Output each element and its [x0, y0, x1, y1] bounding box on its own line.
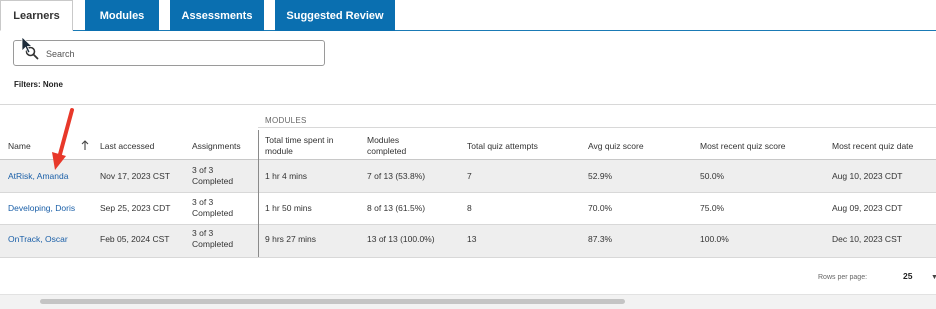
column-header-name[interactable]: Name [8, 141, 31, 152]
table-row: Developing, Doris Sep 25, 2023 CDT 3 of … [0, 193, 936, 225]
filters-label: Filters: None [14, 80, 63, 89]
cell-recent-quiz-date: Aug 10, 2023 CDT [832, 171, 903, 181]
cell-last-accessed: Feb 05, 2024 CST [100, 234, 170, 244]
cell-recent-quiz-score: 50.0% [700, 171, 725, 181]
cell-assignments: 3 of 3 Completed [192, 165, 234, 186]
tab-assessments[interactable]: Assessments [170, 0, 264, 31]
cell-avg-quiz-score: 87.3% [588, 234, 613, 244]
cell-total-quiz-attempts: 7 [467, 171, 472, 181]
column-header-total-time[interactable]: Total time spent in module [265, 135, 355, 157]
cell-modules-completed: 7 of 13 (53.8%) [367, 171, 426, 181]
cell-modules-completed: 8 of 13 (61.5%) [367, 203, 426, 213]
horizontal-scrollbar[interactable] [0, 294, 936, 309]
cell-total-quiz-attempts: 13 [467, 234, 477, 244]
cell-last-accessed: Sep 25, 2023 CDT [100, 203, 171, 213]
cell-assignments: 3 of 3 Completed [192, 197, 234, 218]
tab-learners[interactable]: Learners [0, 0, 73, 31]
group-divider [258, 127, 936, 128]
cell-recent-quiz-score: 100.0% [700, 234, 729, 244]
modules-group-label: MODULES [265, 116, 307, 125]
arrow-up-icon[interactable] [80, 139, 90, 151]
learner-name-link[interactable]: OnTrack, Oscar [8, 234, 68, 245]
column-header-recent-quiz-date[interactable]: Most recent quiz date [832, 141, 913, 152]
table-row: AtRisk, Amanda Nov 17, 2023 CST 3 of 3 C… [0, 160, 936, 192]
column-header-avg-quiz-score[interactable]: Avg quiz score [588, 141, 644, 152]
cell-total-quiz-attempts: 8 [467, 203, 472, 213]
cell-recent-quiz-date: Aug 09, 2023 CDT [832, 203, 903, 213]
cell-assignments: 3 of 3 Completed [192, 228, 234, 249]
cell-total-time: 1 hr 50 mins [265, 203, 312, 213]
table-row: OnTrack, Oscar Feb 05, 2024 CST 3 of 3 C… [0, 225, 936, 257]
column-header-assignments[interactable]: Assignments [192, 141, 241, 152]
cell-total-time: 1 hr 4 mins [265, 171, 308, 181]
rows-per-page-select[interactable]: 25 ▼ [903, 271, 936, 285]
column-header-recent-quiz-score[interactable]: Most recent quiz score [700, 141, 786, 152]
column-header-last-accessed[interactable]: Last accessed [100, 141, 154, 152]
table-top-divider [0, 104, 936, 105]
tab-modules[interactable]: Modules [85, 0, 159, 31]
chevron-down-icon: ▼ [931, 274, 936, 281]
column-header-total-quiz-attempts[interactable]: Total quiz attempts [467, 141, 538, 152]
cell-avg-quiz-score: 70.0% [588, 203, 613, 213]
learner-name-link[interactable]: Developing, Doris [8, 203, 75, 214]
cell-recent-quiz-date: Dec 10, 2023 CST [832, 234, 902, 244]
rows-per-page-value: 25 [903, 271, 913, 281]
cell-last-accessed: Nov 17, 2023 CST [100, 171, 170, 181]
frozen-column-divider [258, 130, 259, 257]
cell-modules-completed: 13 of 13 (100.0%) [367, 234, 435, 244]
cell-recent-quiz-score: 75.0% [700, 203, 725, 213]
column-header-modules-completed[interactable]: Modules completed [367, 135, 437, 157]
table-bottom-divider [0, 257, 936, 258]
search-box[interactable] [13, 40, 325, 66]
cell-avg-quiz-score: 52.9% [588, 171, 613, 181]
tab-bar: Learners Modules Assessments Suggested R… [0, 0, 936, 32]
mouse-cursor-icon [21, 36, 34, 54]
tab-suggested-review[interactable]: Suggested Review [275, 0, 395, 31]
cell-total-time: 9 hrs 27 mins [265, 234, 317, 244]
learner-name-link[interactable]: AtRisk, Amanda [8, 171, 68, 182]
search-input[interactable] [44, 44, 318, 64]
scrollbar-thumb[interactable] [40, 299, 625, 304]
rows-per-page-label: Rows per page: [818, 274, 868, 281]
